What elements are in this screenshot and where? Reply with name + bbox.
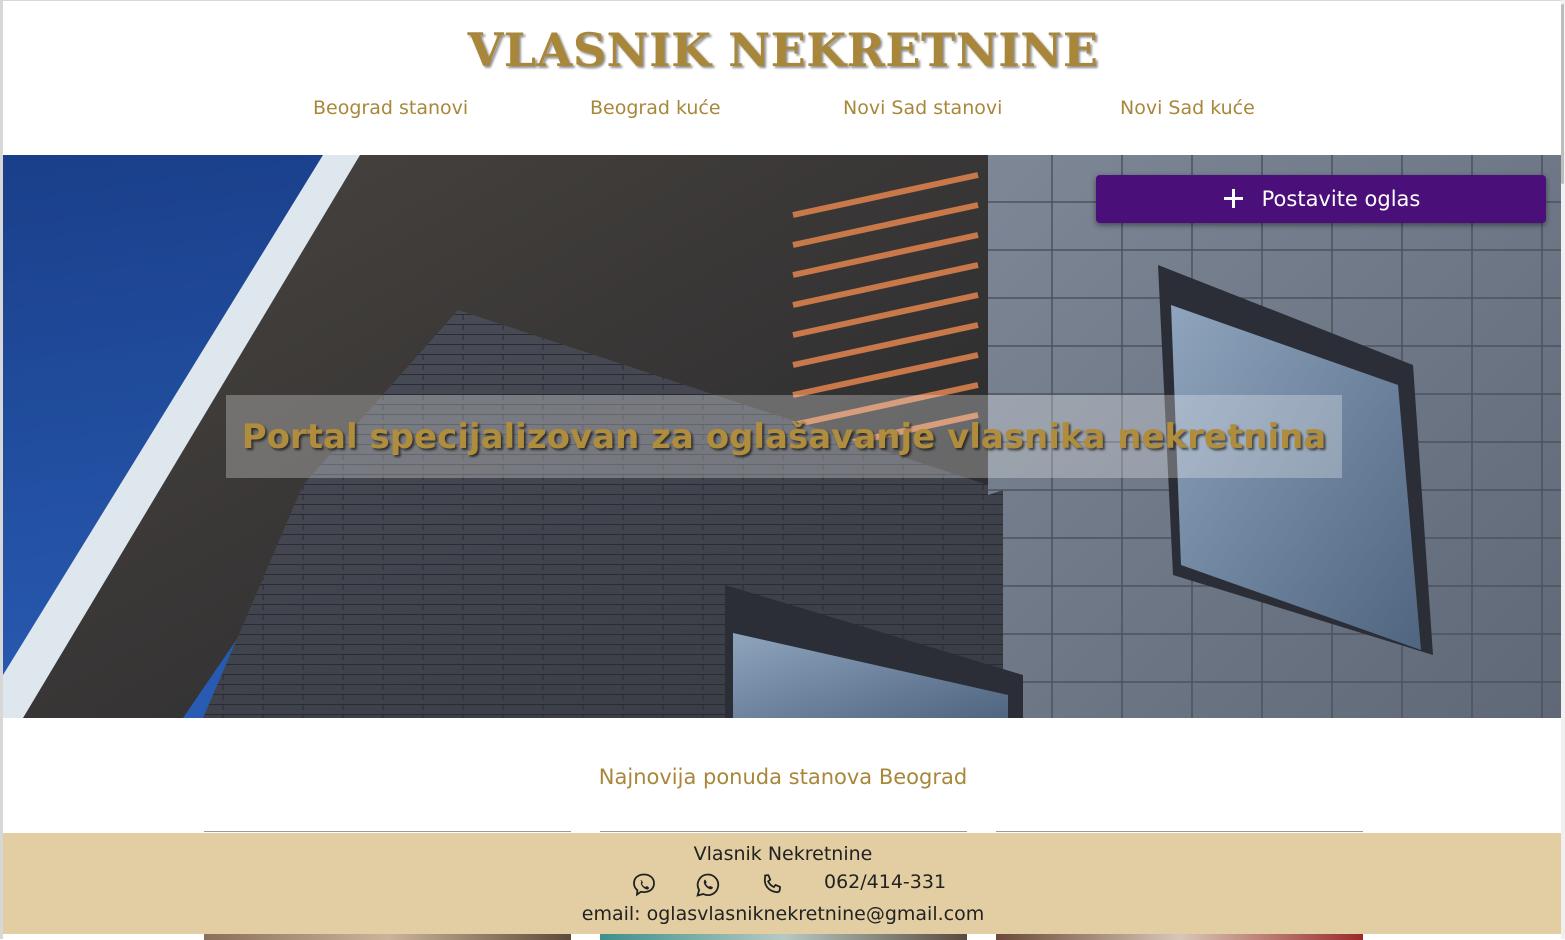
footer-phone-number[interactable]: 062/414-331 bbox=[824, 871, 946, 893]
hero-tagline: Portal specijalizovan za oglašavanje vla… bbox=[241, 416, 1327, 457]
plus-icon bbox=[1222, 187, 1246, 211]
nav-link-beograd-stanovi[interactable]: Beograd stanovi bbox=[313, 97, 468, 119]
section-heading: Najnovija ponuda stanova Beograd bbox=[598, 765, 968, 789]
footer-email-label: email: bbox=[581, 903, 641, 925]
post-ad-button[interactable]: Postavite oglas bbox=[1096, 175, 1546, 223]
viber-icon[interactable] bbox=[631, 872, 657, 898]
whatsapp-icon[interactable] bbox=[695, 872, 721, 898]
phone-icon[interactable] bbox=[759, 872, 785, 898]
listing-card-image[interactable] bbox=[996, 934, 1363, 940]
contact-footer: Vlasnik Nekretnine 062/414-331 email: og… bbox=[3, 833, 1565, 934]
listing-card-image[interactable] bbox=[204, 934, 571, 940]
listing-card-image[interactable] bbox=[600, 934, 967, 940]
scrollbar-thumb[interactable] bbox=[1561, 4, 1564, 184]
post-ad-label: Postavite oglas bbox=[1261, 187, 1421, 211]
hero-tagline-box: Portal specijalizovan za oglašavanje vla… bbox=[226, 395, 1342, 478]
footer-email-address[interactable]: oglasvlasniknekretnine@gmail.com bbox=[647, 903, 985, 925]
nav-link-beograd-kuce[interactable]: Beograd kuće bbox=[590, 97, 721, 119]
footer-email-line: email: oglasvlasniknekretnine@gmail.com bbox=[3, 903, 1563, 925]
scrollbar[interactable] bbox=[1561, 0, 1565, 939]
nav-link-novi-sad-stanovi[interactable]: Novi Sad stanovi bbox=[843, 97, 1002, 119]
site-header: VLASNIK NEKRETNINE Beograd stanovi Beogr… bbox=[3, 1, 1561, 155]
site-title[interactable]: VLASNIK NEKRETNINE bbox=[3, 23, 1563, 77]
nav-link-novi-sad-kuce[interactable]: Novi Sad kuće bbox=[1120, 97, 1255, 119]
footer-site-name: Vlasnik Nekretnine bbox=[693, 843, 873, 865]
